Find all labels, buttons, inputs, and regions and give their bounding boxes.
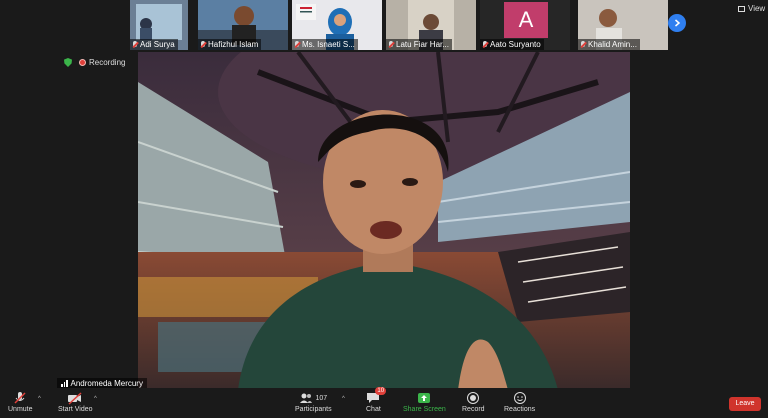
participant-name: Ms. Isnaeti S... xyxy=(292,39,358,50)
next-page-button[interactable] xyxy=(668,14,686,32)
participant-strip: Adi Surya Hafizhul Islam Ms. Isnaeti S..… xyxy=(110,0,670,50)
chevron-up-icon[interactable]: ^ xyxy=(38,396,41,402)
meeting-status: Recording xyxy=(64,58,125,67)
mic-muted-icon xyxy=(14,392,26,404)
mic-muted-icon xyxy=(388,40,394,49)
chat-button[interactable]: 10 Chat xyxy=(366,387,387,413)
participant-tile[interactable]: Hafizhul Islam xyxy=(198,0,288,50)
recording-indicator[interactable]: Recording xyxy=(79,58,125,67)
recording-dot-icon xyxy=(79,59,86,66)
mic-muted-icon xyxy=(580,40,586,49)
participant-tile[interactable]: Latu Fiar Har... xyxy=(386,0,476,50)
grid-icon xyxy=(738,5,745,12)
chevron-right-icon xyxy=(675,19,681,27)
chevron-up-icon[interactable]: ^ xyxy=(94,396,97,402)
participants-icon xyxy=(300,393,313,403)
video-off-icon xyxy=(68,392,82,405)
participant-tile[interactable]: Khalid Amin... xyxy=(578,0,668,50)
start-video-button[interactable]: Start Video xyxy=(58,390,93,413)
shield-icon[interactable] xyxy=(64,58,72,67)
participant-tile[interactable]: Ms. Isnaeti S... xyxy=(292,0,382,50)
view-button[interactable]: View xyxy=(738,4,765,13)
mic-muted-icon xyxy=(294,40,300,49)
chevron-up-icon[interactable]: ^ xyxy=(342,396,345,402)
reactions-button[interactable]: Reactions xyxy=(504,390,535,413)
avatar: A xyxy=(504,2,548,38)
share-screen-button[interactable]: Share Screen xyxy=(403,390,446,413)
speaker-video xyxy=(138,52,630,390)
record-icon xyxy=(467,392,480,404)
chat-badge: 10 xyxy=(375,387,387,395)
mic-muted-icon xyxy=(200,40,206,49)
participant-tile[interactable]: A Aato Suryanto xyxy=(480,0,570,50)
signal-bars-icon xyxy=(61,380,68,387)
unmute-button[interactable]: Unmute xyxy=(8,390,33,413)
leave-button[interactable]: Leave xyxy=(729,397,761,411)
speaker-video-frame xyxy=(138,52,630,390)
participant-tile[interactable]: Adi Surya xyxy=(130,0,188,50)
mic-muted-icon xyxy=(482,40,488,49)
participants-button[interactable]: 107 Participants xyxy=(295,390,332,413)
participant-name: Latu Fiar Har... xyxy=(386,39,452,50)
participant-name: Aato Suryanto xyxy=(480,39,544,50)
participant-name: Adi Surya xyxy=(130,39,178,50)
record-button[interactable]: Record xyxy=(462,390,485,413)
share-screen-icon xyxy=(418,393,431,403)
participant-name: Hafizhul Islam xyxy=(198,39,262,50)
participant-name: Khalid Amin... xyxy=(578,39,640,50)
participants-count: 107 xyxy=(315,394,328,402)
emoji-icon xyxy=(513,392,526,404)
mic-muted-icon xyxy=(132,40,138,49)
